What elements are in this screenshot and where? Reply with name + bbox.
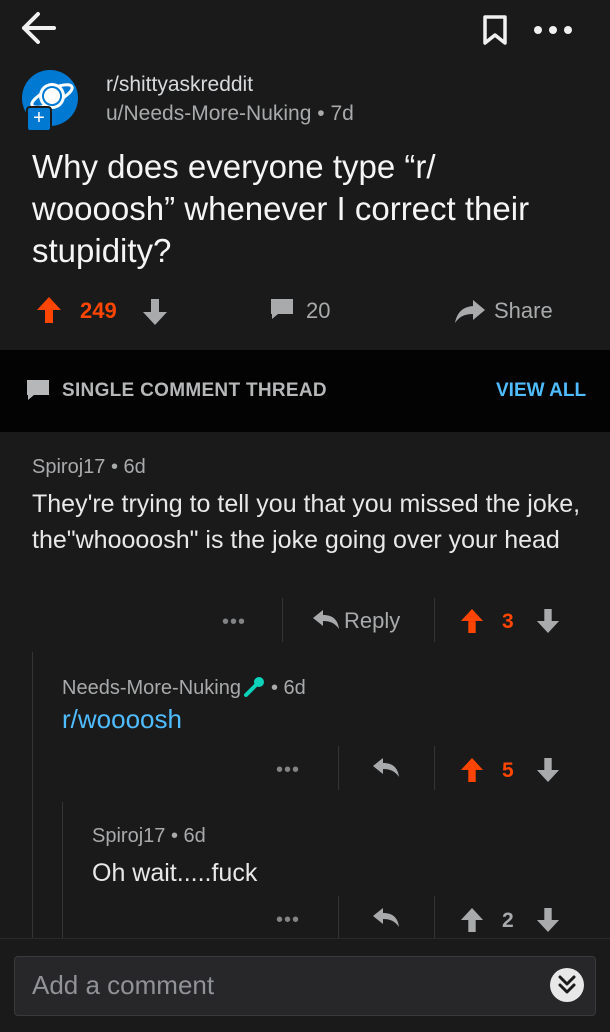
share-arrow-icon[interactable] [454, 298, 486, 324]
meta-separator: • [110, 456, 118, 478]
thread-line[interactable] [32, 652, 33, 952]
divider [338, 746, 339, 790]
comment-author[interactable]: Needs-More-Nuking [62, 677, 241, 699]
reply-arrow-icon[interactable] [372, 907, 400, 929]
post-meta: u/Needs-More-Nuking • 7d [106, 102, 354, 126]
back-arrow-icon[interactable] [18, 10, 58, 46]
reply-button[interactable]: Reply [344, 608, 400, 634]
comment-meta: Spiroj17 • 6d [92, 825, 206, 848]
upvote-arrow-icon[interactable] [460, 608, 484, 634]
divider [282, 598, 283, 642]
share-button[interactable]: Share [494, 298, 553, 324]
comment-age: 6d [183, 825, 206, 847]
downvote-arrow-icon[interactable] [142, 298, 168, 326]
upvote-arrow-icon[interactable] [36, 296, 62, 324]
reply-arrow-icon[interactable] [312, 609, 340, 631]
divider [338, 896, 339, 940]
comment-body: Oh wait.....fuck [92, 859, 258, 887]
meta-separator: • [170, 825, 178, 847]
upvote-arrow-icon[interactable] [460, 757, 484, 783]
comment-author[interactable]: Spiroj17 [32, 456, 105, 478]
divider [434, 598, 435, 642]
comment-bubble-icon [27, 380, 49, 400]
downvote-arrow-icon[interactable] [536, 907, 560, 933]
subreddit-name[interactable]: r/shittyaskreddit [106, 73, 253, 97]
comment-count[interactable]: 20 [306, 298, 330, 324]
post-title: Why does everyone type “r/ woooosh” when… [32, 148, 530, 269]
comment-more-button[interactable]: ••• [276, 759, 300, 782]
wand-icon [243, 677, 264, 697]
downvote-arrow-icon[interactable] [536, 608, 560, 634]
thread-line[interactable] [62, 802, 63, 952]
comment-author[interactable]: Spiroj17 [92, 825, 165, 847]
divider [434, 896, 435, 940]
comment-age: 6d [123, 456, 146, 478]
post-score: 249 [80, 298, 117, 323]
comment-age: 6d [283, 677, 306, 699]
single-comment-thread-label: SINGLE COMMENT THREAD [62, 380, 327, 401]
post-age: 7d [330, 102, 354, 125]
join-plus-icon[interactable]: + [26, 106, 52, 132]
comment-body-link[interactable]: r/woooosh [62, 704, 182, 735]
comment-score: 2 [502, 909, 514, 932]
comment-meta: Needs-More-Nuking • 6d [62, 675, 306, 700]
chevron-down-double-icon[interactable] [550, 968, 584, 1002]
more-icon[interactable] [530, 22, 576, 38]
downvote-arrow-icon[interactable] [536, 757, 560, 783]
comment-score: 5 [502, 759, 514, 782]
add-comment-placeholder[interactable]: Add a comment [32, 970, 214, 1001]
meta-separator: • [270, 677, 278, 699]
comment-body: They're trying to tell you that you miss… [32, 490, 581, 554]
bookmark-icon[interactable] [480, 14, 510, 46]
comment-bubble-icon[interactable] [268, 297, 296, 321]
view-all-button[interactable]: VIEW ALL [496, 380, 586, 402]
upvote-arrow-icon[interactable] [460, 907, 484, 933]
comment-score: 3 [502, 610, 514, 633]
comment-more-button[interactable]: ••• [222, 611, 246, 634]
post-author[interactable]: u/Needs-More-Nuking [106, 102, 311, 125]
reply-arrow-icon[interactable] [372, 757, 400, 779]
comment-meta: Spiroj17 • 6d [32, 456, 146, 479]
divider [434, 746, 435, 790]
meta-separator: • [317, 102, 325, 125]
comment-more-button[interactable]: ••• [276, 909, 300, 932]
